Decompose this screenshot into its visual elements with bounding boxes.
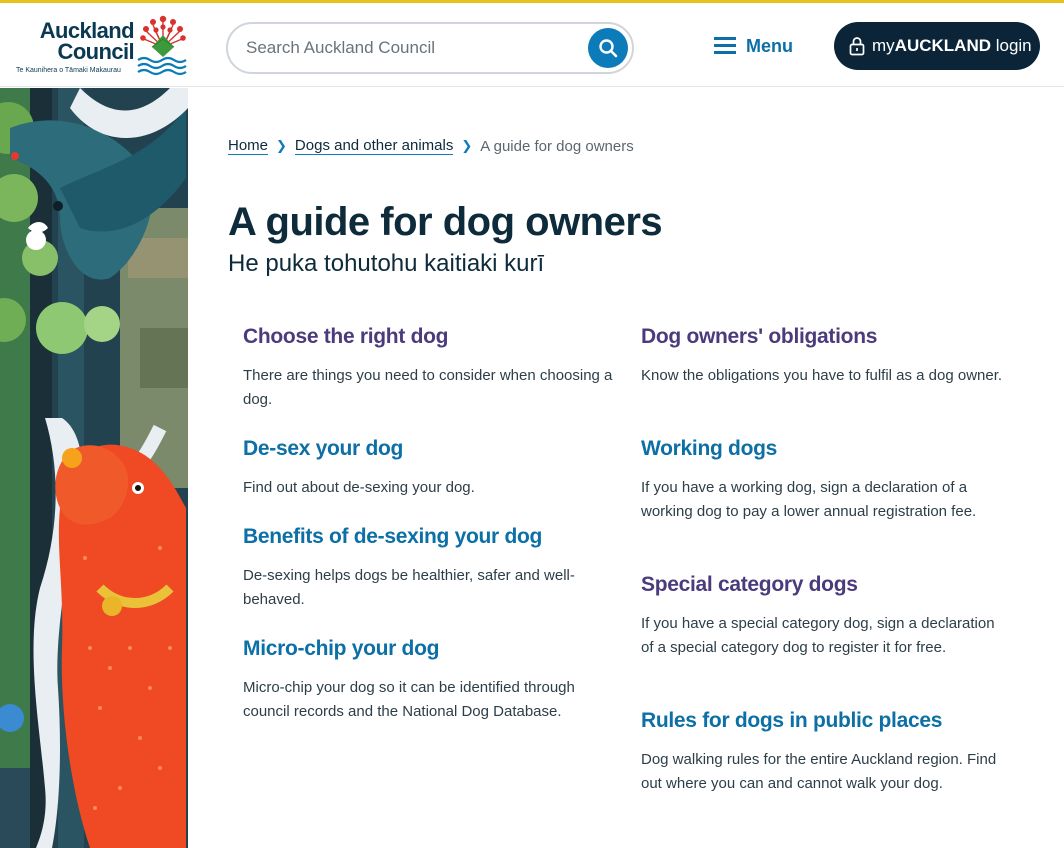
logo-word-auckland: Auckland <box>39 18 135 43</box>
hamburger-icon <box>714 37 736 55</box>
menu-button[interactable]: Menu <box>714 33 793 59</box>
card-working-dogs: Working dogs If you have a working dog, … <box>641 436 1011 524</box>
site-header: Auckland Council Te Kaunihera o Tāmaki M… <box>0 3 1064 87</box>
chevron-right-icon: ❯ <box>276 138 287 153</box>
card-title-link[interactable]: De-sex your dog <box>243 436 613 462</box>
logo-word-council: Council <box>57 39 135 64</box>
card-choose-the-right-dog: Choose the right dog There are things yo… <box>243 324 613 412</box>
card-title-link[interactable]: Choose the right dog <box>243 324 613 350</box>
search-button[interactable] <box>588 28 628 68</box>
card-rules-for-dogs-in-public-places: Rules for dogs in public places Dog walk… <box>641 708 1011 796</box>
card-special-category-dogs: Special category dogs If you have a spec… <box>641 572 1011 660</box>
card-title-link[interactable]: Working dogs <box>641 436 1011 462</box>
breadcrumb-home-link[interactable]: Home <box>228 137 269 155</box>
search-icon <box>599 39 618 58</box>
page-subtitle: He puka tohutohu kaitiaki kurī <box>228 250 545 277</box>
card-dog-owners-obligations: Dog owners' obligations Know the obligat… <box>641 324 1011 388</box>
card-description: Know the obligations you have to fulfil … <box>641 367 1003 384</box>
card-description: Micro-chip your dog so it can be identif… <box>243 679 575 720</box>
card-description: De-sexing helps dogs be healthier, safer… <box>243 567 575 608</box>
card-title-link[interactable]: Rules for dogs in public places <box>641 708 1011 734</box>
card-description: Dog walking rules for the entire Aucklan… <box>641 751 997 792</box>
menu-label: Menu <box>746 35 793 56</box>
main-content: Home ❯ Dogs and other animals ❯ A guide … <box>228 88 1048 848</box>
lock-icon <box>849 37 865 56</box>
card-title-link[interactable]: Dog owners' obligations <box>641 324 1011 350</box>
card-description: Find out about de-sexing your dog. <box>243 479 475 496</box>
card-de-sex-your-dog: De-sex your dog Find out about de-sexing… <box>243 436 613 500</box>
breadcrumb: Home ❯ Dogs and other animals ❯ A guide … <box>228 137 634 155</box>
login-prefix: my <box>872 36 895 55</box>
card-description: There are things you need to consider wh… <box>243 367 613 408</box>
card-benefits-of-de-sexing: Benefits of de-sexing your dog De-sexing… <box>243 524 613 612</box>
card-title-link[interactable]: Micro-chip your dog <box>243 636 613 662</box>
card-description: If you have a working dog, sign a declar… <box>641 479 977 520</box>
decorative-artwork-panel <box>0 88 188 848</box>
login-suffix: login <box>991 36 1032 55</box>
myauckland-login-button[interactable]: my AUCKLAND login <box>834 22 1040 70</box>
auckland-council-logo[interactable]: Auckland Council Te Kaunihera o Tāmaki M… <box>16 13 194 79</box>
card-title-link[interactable]: Special category dogs <box>641 572 1011 598</box>
card-title-link[interactable]: Benefits of de-sexing your dog <box>243 524 613 550</box>
card-micro-chip-your-dog: Micro-chip your dog Micro-chip your dog … <box>243 636 613 724</box>
pohutukawa-flower-icon <box>137 15 187 75</box>
breadcrumb-parent-link[interactable]: Dogs and other animals <box>294 137 454 155</box>
page-title: A guide for dog owners <box>228 200 663 244</box>
search-input[interactable] <box>246 36 576 60</box>
login-brand: AUCKLAND <box>894 36 991 55</box>
breadcrumb-current: A guide for dog owners <box>480 137 634 155</box>
chevron-right-icon: ❯ <box>461 138 473 153</box>
card-description: If you have a special category dog, sign… <box>641 615 995 656</box>
logo-tagline: Te Kaunihera o Tāmaki Makaurau <box>16 67 121 74</box>
dog-mural-illustration <box>0 88 188 848</box>
site-search <box>226 22 634 74</box>
